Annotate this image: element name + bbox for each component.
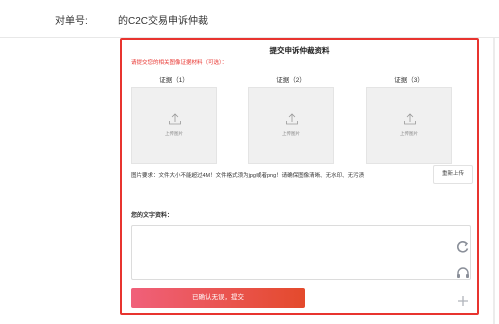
order-label: 对单号: (55, 16, 88, 27)
upload-text: 上传图片 (282, 131, 300, 136)
evidence-3: 证据（3） 上传图片 (366, 74, 452, 164)
evidence-1: 证据（1） 上传图片 (131, 74, 217, 164)
evidence-2: 证据（2） 上传图片 (248, 74, 334, 164)
evidence-hint: 请提交您的相关图像证据材料（可选）： (131, 60, 228, 66)
image-requirements: 图片要求：文件大小不能超过4M！文件格式须为jpg或者png！请确保图像清晰、无… (131, 173, 365, 179)
appeal-panel: 提交申诉仲裁资料 请提交您的相关图像证据材料（可选）： 证据（1） 上传图片 证… (120, 38, 479, 315)
page: 对单号: 的C2C交易申诉仲裁 提交申诉仲裁资料 请提交您的相关图像证据材料（可… (0, 0, 499, 324)
evidence-2-label: 证据（2） (276, 77, 306, 84)
text-material-label: 您的文字资料： (131, 213, 174, 219)
upload-icon (404, 113, 416, 125)
submit-button[interactable]: 已确认无误，提交 (131, 288, 305, 308)
headset-icon[interactable] (452, 262, 474, 284)
evidence-3-upload[interactable]: 上传图片 (366, 87, 452, 164)
evidence-1-label: 证据（1） (159, 77, 189, 84)
text-material-input[interactable] (131, 225, 471, 280)
reupload-button[interactable]: 重新上传 (433, 165, 473, 184)
evidence-1-upload[interactable]: 上传图片 (131, 87, 217, 164)
upload-icon (169, 113, 181, 125)
upload-text: 上传图片 (165, 131, 183, 136)
refresh-icon[interactable] (452, 236, 474, 258)
panel-title: 提交申诉仲裁资料 (269, 46, 330, 55)
evidence-2-upload[interactable]: 上传图片 (248, 87, 334, 164)
order-value: 的C2C交易申诉仲裁 (118, 16, 209, 27)
plus-icon[interactable] (452, 290, 474, 312)
upload-text: 上传图片 (400, 131, 418, 136)
scrollbar[interactable] (493, 38, 495, 324)
evidence-3-label: 证据（3） (394, 77, 424, 84)
order-row: 对单号: 的C2C交易申诉仲裁 (0, 0, 499, 38)
upload-icon (286, 113, 298, 125)
